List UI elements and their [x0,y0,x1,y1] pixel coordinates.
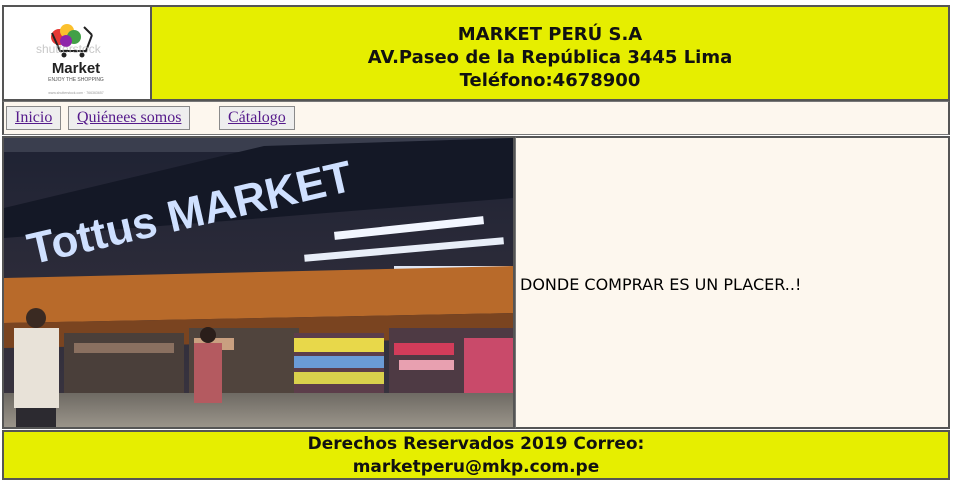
logo-tagline: ENJOY THE SHOPPING [48,77,104,83]
company-phone: Teléfono:4678900 [459,70,641,91]
nav-quienes-somos-button[interactable]: Quiénees somos [68,106,191,130]
nav-catalogo-button[interactable]: Cátalogo [219,106,295,130]
logo-url: www.shutterstock.com · 766363657 [48,91,103,95]
watermark-text: shutterstock [36,42,102,56]
header-banner: MARKET PERÚ S.A AV.Paseo de la República… [150,5,950,101]
company-name: MARKET PERÚ S.A [457,24,643,45]
slogan-cell: DONDE COMPRAR ES UN PLACER..! [515,136,950,429]
company-address: AV.Paseo de la República 3445 Lima [367,47,733,68]
logo-cell: shutterstock Market ENJOY THE SHOPPING w… [2,5,150,101]
nav-inicio-button[interactable]: Inicio [6,106,62,130]
nav-bar: Inicio Quiénees somos Cátalogo [2,101,950,135]
market-logo: shutterstock Market ENJOY THE SHOPPING w… [36,24,104,95]
slogan-text: DONDE COMPRAR ES UN PLACER..! [520,275,802,294]
footer-copyright: Derechos Reservados 2019 Correo: [307,434,645,454]
logo-name: Market [52,60,100,77]
footer: Derechos Reservados 2019 Correo: marketp… [2,430,950,480]
store-photo: Tottus MARKET [4,138,513,427]
footer-email: marketperu@mkp.com.pe [352,457,600,477]
store-photo-cell: Tottus MARKET [2,136,515,429]
